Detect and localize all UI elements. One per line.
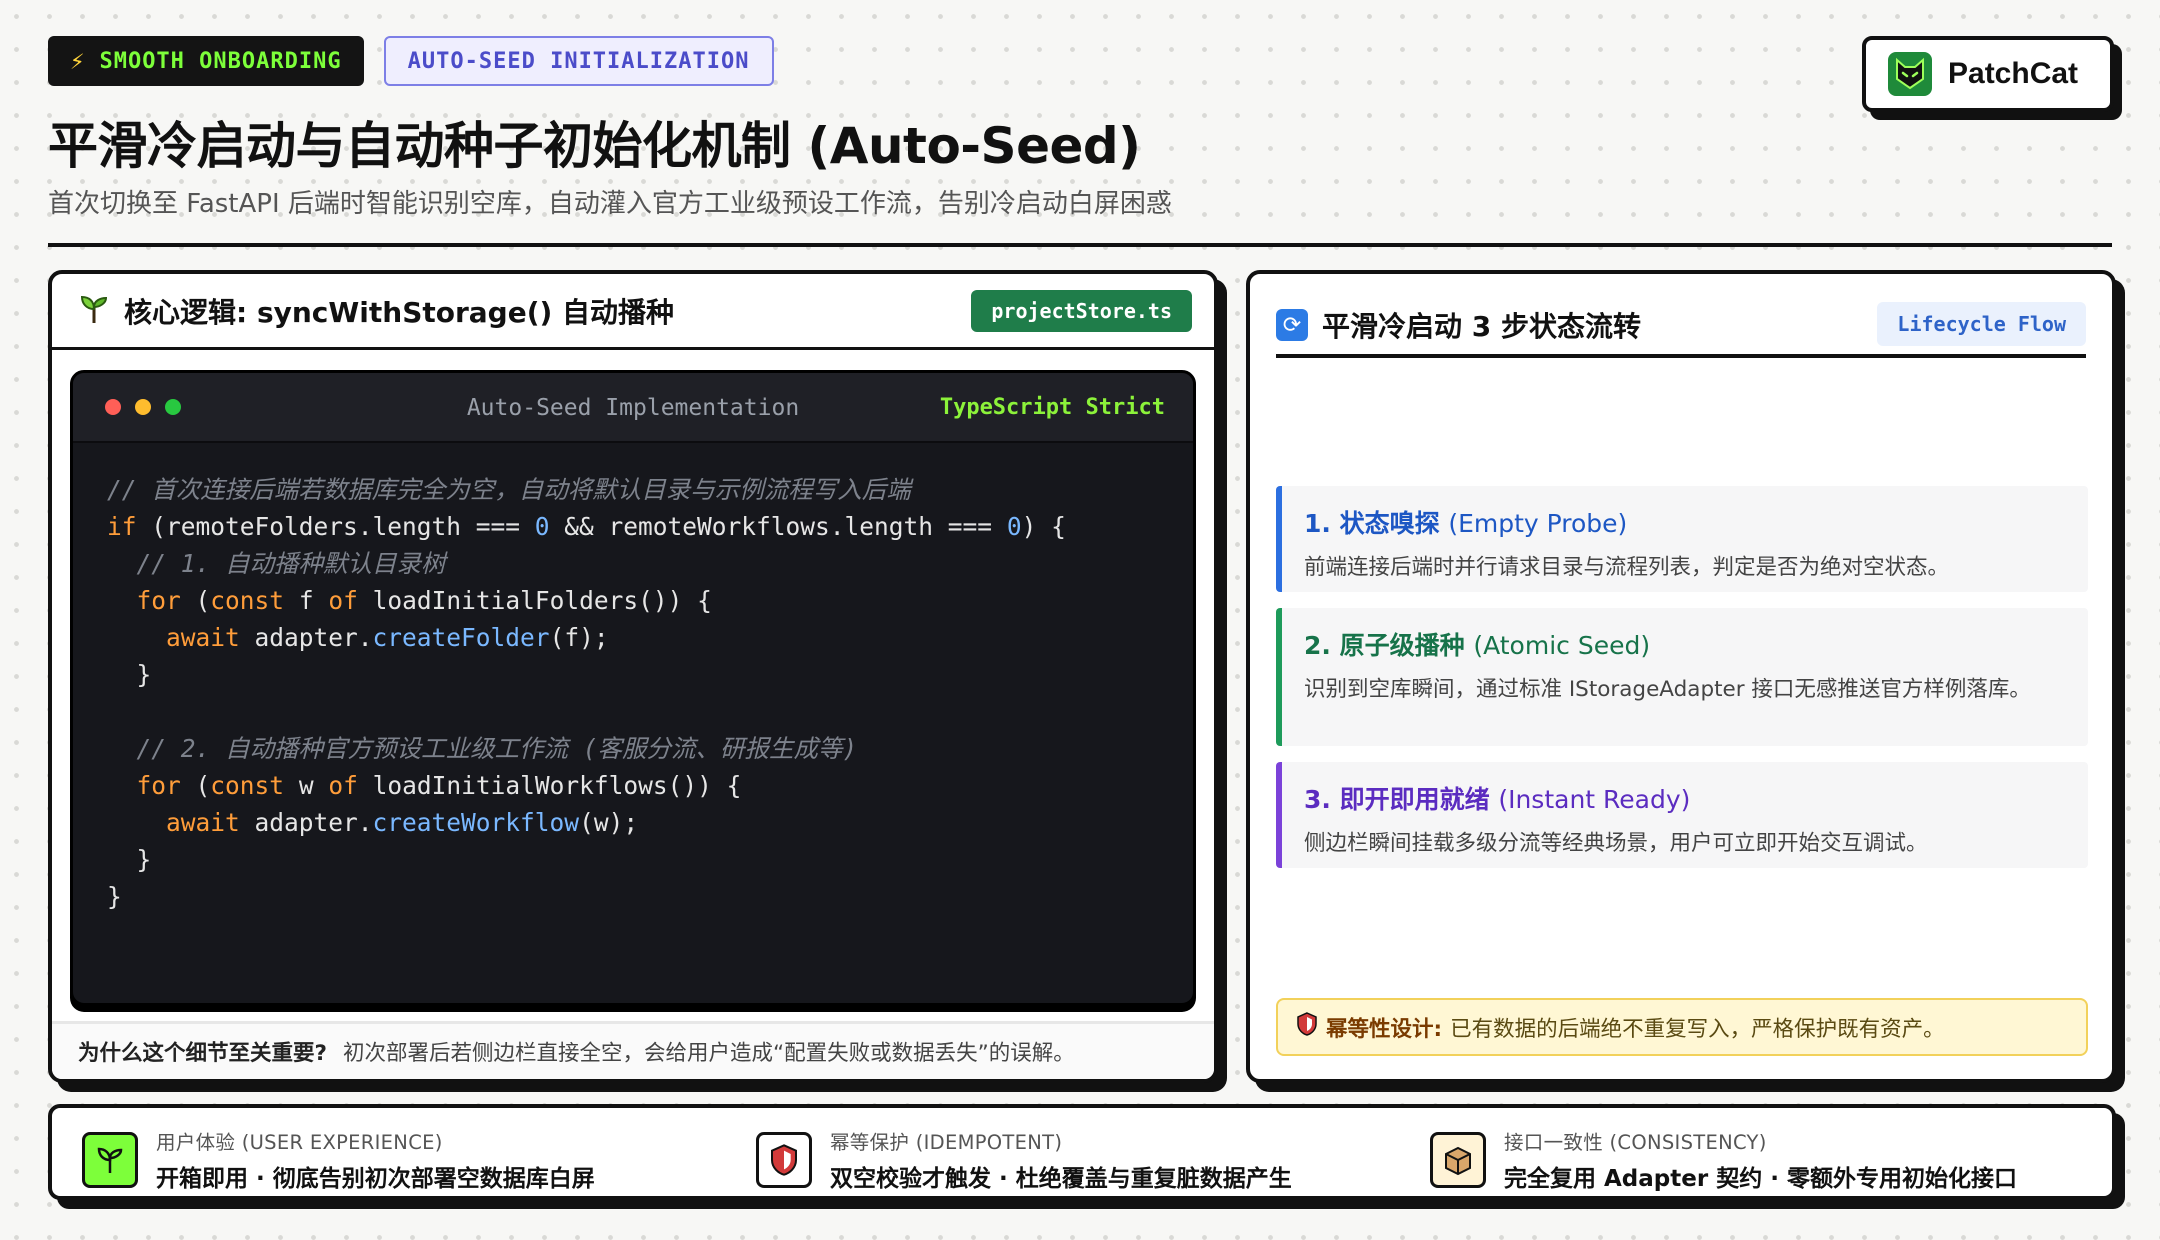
badge-secondary-label: AUTO-SEED INITIALIZATION — [407, 48, 750, 74]
feature-strip: 用户体验 (USER EXPERIENCE) 开箱即用 · 彻底告别初次部署空数… — [48, 1104, 2116, 1200]
step-empty-probe: 1. 状态嗅探 (Empty Probe) 前端连接后端时并行请求目录与流程列表… — [1276, 486, 2088, 592]
step-title-zh: 1. 状态嗅探 — [1304, 509, 1440, 538]
step-atomic-seed: 2. 原子级播种 (Atomic Seed) 识别到空库瞬间，通过标准 ISto… — [1276, 608, 2088, 746]
step-desc: 侧边栏瞬间挂载多级分流等经典场景，用户可立即开始交互调试。 — [1304, 831, 1928, 856]
step-title-zh: 3. 即开即用就绪 — [1304, 785, 1490, 814]
feature-label: 幂等保护 (IDEMPOTENT) — [830, 1131, 1063, 1154]
why-it-matters: 为什么这个细节至关重要? 初次部署后若侧边栏直接全空，会给用户造成“配置失败或数… — [52, 1021, 1214, 1079]
step-title-en: (Empty Probe) — [1448, 509, 1628, 538]
step-desc: 识别到空库瞬间，通过标准 IStorageAdapter 接口无感推送官方样例落… — [1304, 677, 2031, 702]
core-logic-title: 核心逻辑: syncWithStorage() 自动播种 — [124, 295, 675, 329]
lifecycle-card: ⟳ 平滑冷启动 3 步状态流转 Lifecycle Flow 1. 状态嗅探 (… — [1246, 270, 2116, 1083]
sprout-icon — [82, 1131, 138, 1188]
sprout-icon — [78, 293, 110, 329]
cat-logo-icon — [1888, 52, 1932, 96]
page-subtitle: 首次切换至 FastAPI 后端时智能识别空库，自动灌入官方工业级预设工作流，告… — [48, 189, 1172, 219]
core-logic-card: 核心逻辑: syncWithStorage() 自动播种 projectStor… — [48, 270, 1218, 1083]
idempotent-text: 已有数据的后端绝不重复写入，严格保护既有资产。 — [1450, 1016, 1945, 1042]
why-label: 为什么这个细节至关重要? — [78, 1041, 327, 1066]
editor-titlebar: Auto-Seed Implementation TypeScript Stri… — [73, 373, 1193, 443]
shield-icon — [1296, 1012, 1318, 1042]
feature-label: 接口一致性 (CONSISTENCY) — [1504, 1131, 1767, 1154]
badge-primary-label: SMOOTH ONBOARDING — [99, 48, 342, 74]
step-title-en: (Instant Ready) — [1498, 785, 1691, 814]
package-icon — [1430, 1131, 1486, 1188]
feature-consistency: 接口一致性 (CONSISTENCY) 完全复用 Adapter 契约 · 零额… — [1430, 1126, 2017, 1193]
feature-label: 用户体验 (USER EXPERIENCE) — [156, 1131, 443, 1154]
brand-logo-box: PatchCat — [1862, 36, 2114, 112]
code-block: // 首次连接后端若数据库完全为空，自动将默认目录与示例流程写入后端 if (r… — [107, 475, 1066, 911]
feature-text: 完全复用 Adapter 契约 · 零额外专用初始化接口 — [1504, 1166, 2017, 1192]
step-title-zh: 2. 原子级播种 — [1304, 631, 1465, 660]
step-instant-ready: 3. 即开即用就绪 (Instant Ready) 侧边栏瞬间挂载多级分流等经典… — [1276, 762, 2088, 868]
refresh-icon: ⟳ — [1276, 309, 1308, 341]
lifecycle-tag: Lifecycle Flow — [1877, 302, 2086, 346]
idempotent-note: 幂等性设计: 已有数据的后端绝不重复写入，严格保护既有资产。 — [1276, 998, 2088, 1056]
file-tag: projectStore.ts — [971, 290, 1192, 332]
code-editor: Auto-Seed Implementation TypeScript Stri… — [70, 370, 1196, 1006]
why-text: 初次部署后若侧边栏直接全空，会给用户造成“配置失败或数据丢失”的误解。 — [342, 1041, 1075, 1066]
core-logic-header: 核心逻辑: syncWithStorage() 自动播种 projectStor… — [52, 274, 1214, 350]
editor-language: TypeScript Strict — [939, 395, 1165, 420]
feature-user-experience: 用户体验 (USER EXPERIENCE) 开箱即用 · 彻底告别初次部署空数… — [82, 1126, 595, 1193]
step-desc: 前端连接后端时并行请求目录与流程列表，判定是否为绝对空状态。 — [1304, 555, 1950, 580]
feature-text: 双空校验才触发 · 杜绝覆盖与重复脏数据产生 — [830, 1166, 1292, 1192]
idempotent-label: 幂等性设计: — [1326, 1016, 1443, 1042]
bolt-icon: ⚡ — [70, 47, 86, 75]
lifecycle-header: ⟳ 平滑冷启动 3 步状态流转 Lifecycle Flow — [1276, 296, 2086, 358]
shield-icon — [756, 1131, 812, 1188]
brand-name: PatchCat — [1948, 57, 2079, 90]
page-title: 平滑冷启动与自动种子初始化机制 (Auto-Seed) — [48, 117, 1141, 175]
feature-text: 开箱即用 · 彻底告别初次部署空数据库白屏 — [156, 1166, 595, 1192]
badge-smooth-onboarding: ⚡ SMOOTH ONBOARDING — [48, 36, 364, 86]
step-title-en: (Atomic Seed) — [1473, 631, 1651, 660]
header-divider — [48, 243, 2112, 247]
step-title: 1. 状态嗅探 (Empty Probe) — [1304, 504, 2088, 540]
step-title: 2. 原子级播种 (Atomic Seed) — [1304, 626, 2088, 662]
step-title: 3. 即开即用就绪 (Instant Ready) — [1304, 780, 2088, 816]
header-badges: ⚡ SMOOTH ONBOARDING AUTO-SEED INITIALIZA… — [48, 36, 774, 86]
feature-idempotent: 幂等保护 (IDEMPOTENT) 双空校验才触发 · 杜绝覆盖与重复脏数据产生 — [756, 1126, 1292, 1193]
badge-auto-seed: AUTO-SEED INITIALIZATION — [383, 36, 774, 86]
lifecycle-title: 平滑冷启动 3 步状态流转 — [1322, 310, 1641, 343]
